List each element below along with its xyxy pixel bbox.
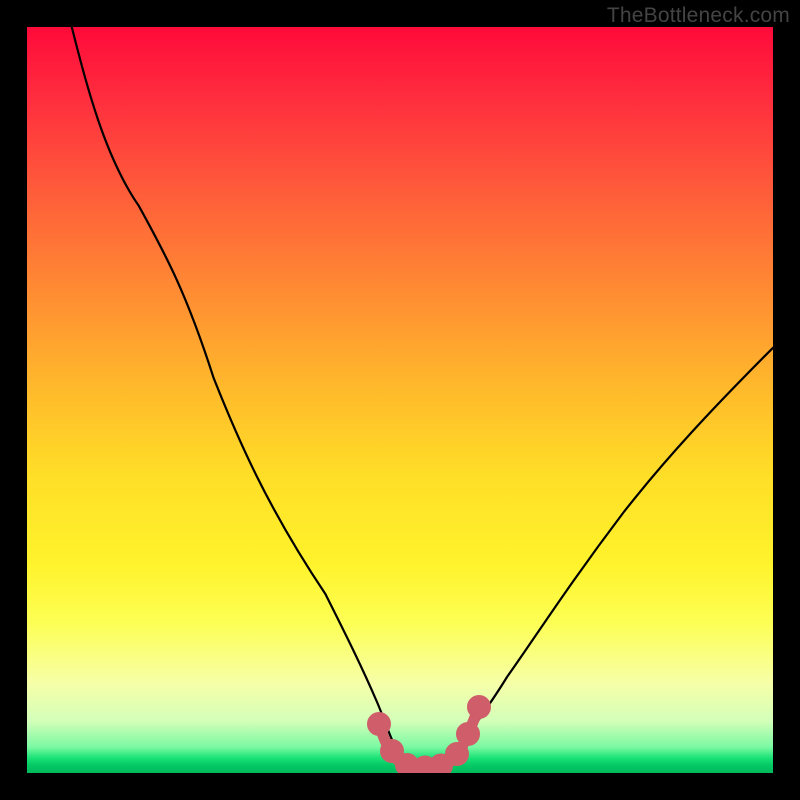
- chart-frame: TheBottleneck.com: [0, 0, 800, 800]
- chart-svg: [27, 27, 773, 773]
- optimal-zone-marker: [373, 701, 486, 774]
- bottleneck-curve-line: [72, 27, 773, 767]
- plot-area: [27, 27, 773, 773]
- watermark-text: TheBottleneck.com: [607, 4, 790, 28]
